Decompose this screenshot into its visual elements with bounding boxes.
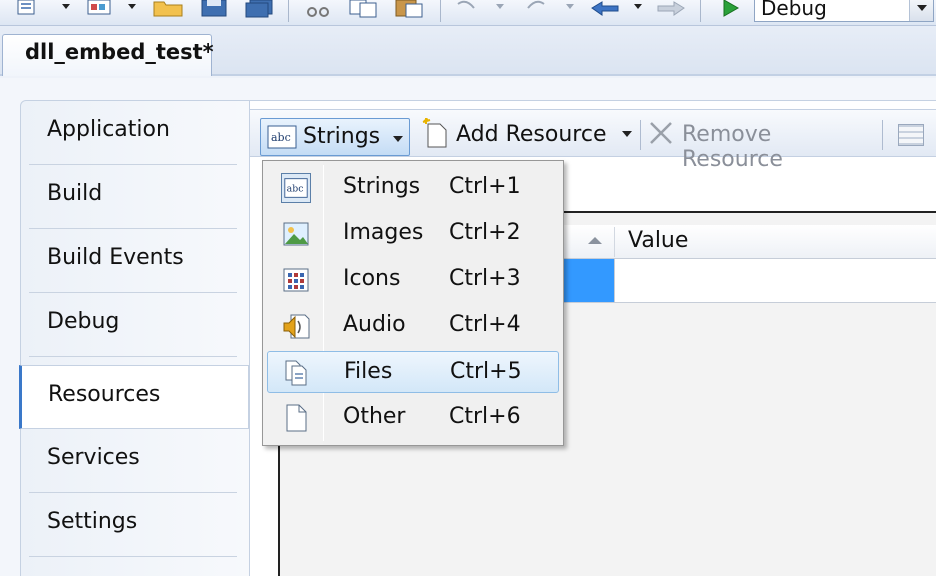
main-toolbar: Debug [0, 0, 936, 26]
new-document-icon [422, 118, 447, 148]
configuration-value: Debug [761, 0, 827, 20]
resource-category-menu: abc Strings Ctrl+1 Images Ctrl+2 Icons C… [262, 160, 564, 446]
undo-icon[interactable] [452, 0, 482, 18]
menu-item-label: Files [344, 359, 393, 384]
toolbar-separator [440, 0, 441, 22]
svg-text:abc: abc [271, 131, 291, 144]
navigate-backward-dropdown-icon[interactable] [634, 4, 642, 9]
menu-item-shortcut: Ctrl+3 [449, 266, 521, 291]
document-tab-title: dll_embed_test* [25, 40, 214, 64]
category-label: Strings [303, 124, 381, 149]
navigate-forward-icon[interactable] [654, 0, 688, 18]
chevron-down-icon[interactable] [622, 131, 632, 137]
column-header-value[interactable]: Value [628, 228, 688, 253]
resource-toolbar: abc Strings Add Resource Remove Resource [250, 109, 936, 172]
menu-item-strings[interactable]: abc Strings Ctrl+1 [267, 167, 559, 209]
save-all-icon[interactable] [244, 0, 276, 18]
copy-icon[interactable] [348, 0, 380, 18]
column-divider [614, 259, 615, 302]
document-tab-strip: dll_embed_test* [0, 26, 936, 76]
views-icon[interactable] [898, 124, 924, 146]
nav-item-debug[interactable]: Debug [29, 293, 237, 357]
paste-icon[interactable] [394, 0, 426, 18]
audio-icon [283, 314, 310, 339]
menu-item-icons[interactable]: Icons Ctrl+3 [267, 259, 559, 301]
toolbar-separator [640, 120, 641, 150]
svg-text:abc: abc [287, 184, 304, 195]
menu-item-label: Other [343, 404, 406, 429]
menu-item-other[interactable]: Other Ctrl+6 [267, 397, 559, 439]
add-item-dropdown-icon[interactable] [128, 4, 136, 9]
column-divider [614, 227, 615, 257]
document-icon [286, 404, 307, 432]
save-icon[interactable] [200, 0, 230, 18]
nav-item-label: Debug [47, 309, 120, 334]
new-project-icon[interactable] [4, 0, 40, 18]
nav-item-label: Build [47, 181, 103, 206]
remove-resource-label: Remove Resource [682, 122, 783, 172]
nav-item-services[interactable]: Services [29, 429, 237, 493]
nav-item-application[interactable]: Application [29, 101, 237, 165]
menu-item-label: Strings [343, 174, 421, 199]
image-icon [283, 222, 309, 246]
menu-item-shortcut: Ctrl+1 [449, 174, 521, 199]
add-resource-button[interactable]: Add Resource [418, 116, 634, 152]
chevron-down-icon[interactable] [909, 0, 933, 21]
solution-configuration-combo[interactable]: Debug [754, 0, 934, 22]
new-project-dropdown-icon[interactable] [62, 4, 70, 9]
toolbar-separator [288, 0, 289, 22]
nav-item-label: Build Events [47, 245, 184, 270]
menu-item-shortcut: Ctrl+6 [449, 404, 521, 429]
menu-item-images[interactable]: Images Ctrl+2 [267, 213, 559, 255]
menu-item-shortcut: Ctrl+5 [450, 359, 522, 384]
nav-item-settings[interactable]: Settings [29, 493, 237, 557]
designer-nav: Application Build Build Events Debug Res… [19, 100, 250, 576]
add-resource-label: Add Resource [456, 122, 607, 147]
menu-item-label: Images [343, 220, 424, 245]
nav-item-label: Resources [48, 382, 161, 407]
toolbar-separator [700, 0, 701, 22]
nav-item-label: Application [47, 117, 170, 142]
nav-item-build[interactable]: Build [29, 165, 237, 229]
chevron-down-icon [393, 136, 403, 142]
menu-item-label: Icons [343, 266, 401, 291]
menu-item-files[interactable]: Files Ctrl+5 [267, 351, 559, 393]
redo-icon[interactable] [520, 0, 550, 18]
sort-ascending-icon [588, 237, 602, 244]
undo-dropdown-icon[interactable] [496, 4, 504, 9]
start-debugging-icon[interactable] [716, 0, 746, 18]
nav-item-build-events[interactable]: Build Events [29, 229, 237, 293]
files-icon [285, 360, 307, 386]
remove-icon [650, 122, 672, 144]
strings-icon: abc [281, 173, 311, 203]
nav-item-label: Services [47, 445, 140, 470]
nav-item-label: Settings [47, 509, 138, 534]
add-item-icon[interactable] [86, 0, 114, 18]
resource-category-dropdown[interactable]: abc Strings [260, 118, 410, 156]
nav-item-resources[interactable]: Resources [19, 365, 249, 429]
navigate-backward-icon[interactable] [588, 0, 622, 18]
selected-cell[interactable] [560, 259, 614, 302]
toolbar-separator [882, 120, 883, 150]
menu-item-audio[interactable]: Audio Ctrl+4 [267, 305, 559, 347]
strings-icon: abc [267, 125, 297, 149]
redo-dropdown-icon[interactable] [566, 4, 574, 9]
menu-item-label: Audio [343, 312, 406, 337]
icons-icon [283, 268, 309, 292]
menu-item-shortcut: Ctrl+2 [449, 220, 521, 245]
cut-icon[interactable] [304, 0, 332, 18]
open-folder-icon[interactable] [152, 0, 186, 18]
remove-resource-button[interactable]: Remove Resource [644, 116, 876, 172]
menu-item-shortcut: Ctrl+4 [449, 312, 521, 337]
document-tab[interactable]: dll_embed_test* [2, 34, 214, 76]
